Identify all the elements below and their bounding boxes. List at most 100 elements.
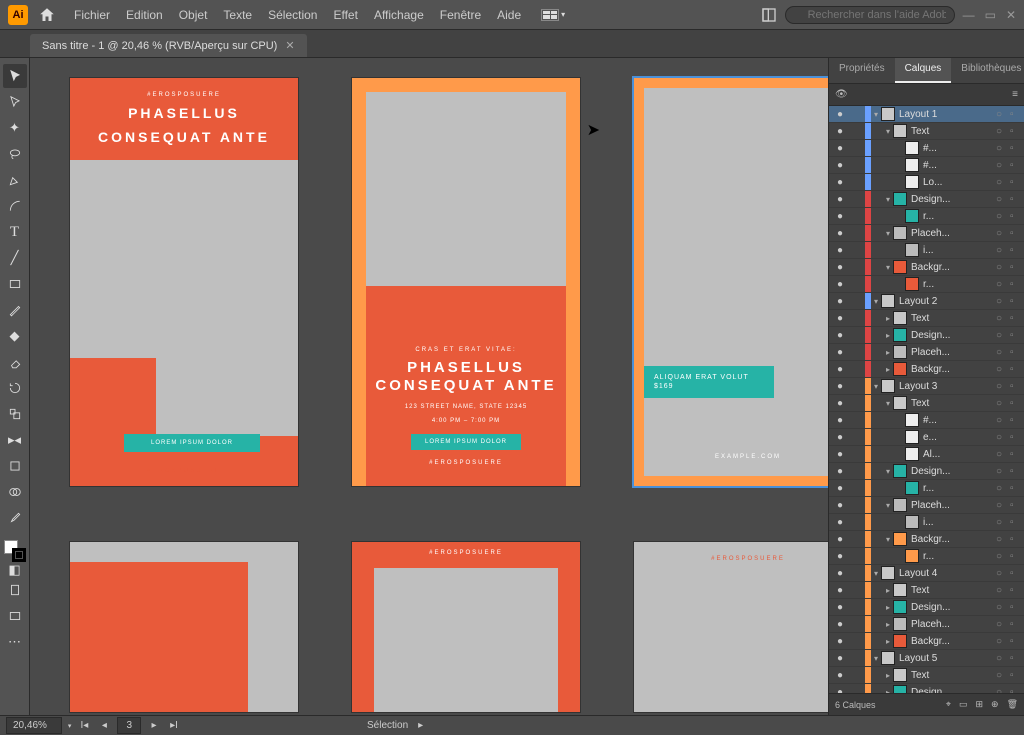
layer-name[interactable]: Placeh...: [911, 347, 996, 358]
select-square-icon[interactable]: ▫: [1010, 279, 1024, 290]
visibility-toggle-icon[interactable]: ●: [829, 483, 851, 494]
layer-name[interactable]: r...: [923, 211, 996, 222]
layer-row[interactable]: ●r...○▫: [829, 548, 1024, 565]
expand-arrow-icon[interactable]: ▸: [883, 331, 893, 340]
grid-view-icon[interactable]: [541, 9, 559, 21]
expand-arrow-icon[interactable]: ▾: [883, 263, 893, 272]
target-icon[interactable]: ○: [996, 279, 1010, 290]
menu-edition[interactable]: Edition: [118, 4, 171, 26]
target-icon[interactable]: ○: [996, 568, 1010, 579]
target-icon[interactable]: ○: [996, 347, 1010, 358]
layer-name[interactable]: e...: [923, 432, 996, 443]
panel-menu-icon[interactable]: ≡: [1012, 89, 1018, 100]
visibility-toggle-icon[interactable]: ●: [829, 517, 851, 528]
layer-row[interactable]: ●i...○▫: [829, 242, 1024, 259]
layer-row[interactable]: ●▾Text○▫: [829, 123, 1024, 140]
layer-name[interactable]: Al...: [923, 449, 996, 460]
layers-list[interactable]: ●▾Layout 1○▫●▾Text○▫●#...○▫●#...○▫●Lo...…: [829, 106, 1024, 693]
visibility-toggle-icon[interactable]: ●: [829, 670, 851, 681]
type-tool[interactable]: T: [3, 220, 27, 244]
draw-mode-icon[interactable]: [3, 578, 27, 602]
target-icon[interactable]: ○: [996, 636, 1010, 647]
select-square-icon[interactable]: ▫: [1010, 211, 1024, 222]
layer-row[interactable]: ●▸Design...○▫: [829, 684, 1024, 693]
layer-name[interactable]: Design...: [911, 194, 996, 205]
layer-name[interactable]: #...: [923, 143, 996, 154]
layer-row[interactable]: ●▾Placeh...○▫: [829, 497, 1024, 514]
layer-row[interactable]: ●▸Text○▫: [829, 582, 1024, 599]
menu-fichier[interactable]: Fichier: [66, 4, 118, 26]
rotate-tool[interactable]: [3, 376, 27, 400]
direct-selection-tool[interactable]: [3, 90, 27, 114]
layer-row[interactable]: ●▾Layout 5○▫: [829, 650, 1024, 667]
fill-stroke-swatch[interactable]: [4, 540, 26, 562]
shaper-tool[interactable]: ◆: [3, 324, 27, 348]
rectangle-tool[interactable]: [3, 272, 27, 296]
target-icon[interactable]: ○: [996, 500, 1010, 511]
layer-name[interactable]: Text: [911, 585, 996, 596]
visibility-toggle-icon[interactable]: ●: [829, 313, 851, 324]
layer-row[interactable]: ●▾Design...○▫: [829, 191, 1024, 208]
artboard-2[interactable]: CRAS ET ERAT VITAE: PHASELLUS CONSEQUAT …: [352, 78, 580, 486]
select-square-icon[interactable]: ▫: [1010, 364, 1024, 375]
layer-name[interactable]: Layout 5: [899, 653, 996, 664]
layer-name[interactable]: Design...: [911, 466, 996, 477]
shape-builder-tool[interactable]: [3, 480, 27, 504]
layer-name[interactable]: Backgr...: [911, 364, 996, 375]
visibility-toggle-icon[interactable]: ●: [829, 551, 851, 562]
layer-name[interactable]: Lo...: [923, 177, 996, 188]
layer-row[interactable]: ●r...○▫: [829, 208, 1024, 225]
expand-arrow-icon[interactable]: ▾: [883, 467, 893, 476]
layer-row[interactable]: ●▾Backgr...○▫: [829, 259, 1024, 276]
tab-layers[interactable]: Calques: [895, 58, 952, 83]
layer-row[interactable]: ●▸Design...○▫: [829, 327, 1024, 344]
layer-name[interactable]: Placeh...: [911, 619, 996, 630]
layer-name[interactable]: Layout 4: [899, 568, 996, 579]
select-square-icon[interactable]: ▫: [1010, 313, 1024, 324]
layer-row[interactable]: ●#...○▫: [829, 140, 1024, 157]
lasso-tool[interactable]: [3, 142, 27, 166]
visibility-toggle-icon[interactable]: ●: [829, 262, 851, 273]
layer-row[interactable]: ●▸Text○▫: [829, 667, 1024, 684]
pen-tool[interactable]: [3, 168, 27, 192]
visibility-toggle-icon[interactable]: ●: [829, 160, 851, 171]
layer-name[interactable]: Backgr...: [911, 534, 996, 545]
maximize-button[interactable]: ▭: [985, 8, 996, 22]
menu-texte[interactable]: Texte: [215, 4, 260, 26]
select-square-icon[interactable]: ▫: [1010, 245, 1024, 256]
layer-row[interactable]: ●▸Placeh...○▫: [829, 344, 1024, 361]
search-input[interactable]: [785, 6, 955, 24]
expand-arrow-icon[interactable]: ▸: [883, 637, 893, 646]
home-icon[interactable]: [38, 6, 56, 24]
select-square-icon[interactable]: ▫: [1010, 109, 1024, 120]
visibility-toggle-icon[interactable]: ●: [829, 177, 851, 188]
select-square-icon[interactable]: ▫: [1010, 143, 1024, 154]
layer-name[interactable]: i...: [923, 245, 996, 256]
visibility-toggle-icon[interactable]: ●: [829, 568, 851, 579]
paintbrush-tool[interactable]: [3, 298, 27, 322]
target-icon[interactable]: ○: [996, 381, 1010, 392]
visibility-toggle-icon[interactable]: ●: [829, 279, 851, 290]
visibility-toggle-icon[interactable]: ●: [829, 619, 851, 630]
expand-arrow-icon[interactable]: ▸: [883, 365, 893, 374]
visibility-toggle-icon[interactable]: ●: [829, 109, 851, 120]
eraser-tool[interactable]: [3, 350, 27, 374]
visibility-toggle-icon[interactable]: ●: [829, 432, 851, 443]
layer-name[interactable]: Text: [911, 398, 996, 409]
expand-arrow-icon[interactable]: ▾: [871, 382, 881, 391]
expand-arrow-icon[interactable]: ▸: [883, 603, 893, 612]
layer-name[interactable]: Placeh...: [911, 500, 996, 511]
layer-name[interactable]: Design...: [911, 330, 996, 341]
last-artboard-icon[interactable]: ▸I: [167, 720, 181, 731]
layer-row[interactable]: ●▸Backgr...○▫: [829, 361, 1024, 378]
target-icon[interactable]: ○: [996, 432, 1010, 443]
layer-row[interactable]: ●▾Text○▫: [829, 395, 1024, 412]
layer-row[interactable]: ●Al...○▫: [829, 446, 1024, 463]
first-artboard-icon[interactable]: I◂: [77, 720, 91, 731]
canvas[interactable]: #EROSPOSUERE PHASELLUS CONSEQUAT ANTE LO…: [30, 58, 828, 715]
expand-arrow-icon[interactable]: ▸: [883, 348, 893, 357]
artboard-5[interactable]: #EROSPOSUERE: [352, 542, 580, 712]
select-square-icon[interactable]: ▫: [1010, 466, 1024, 477]
visibility-toggle-icon[interactable]: ●: [829, 466, 851, 477]
layer-name[interactable]: r...: [923, 483, 996, 494]
